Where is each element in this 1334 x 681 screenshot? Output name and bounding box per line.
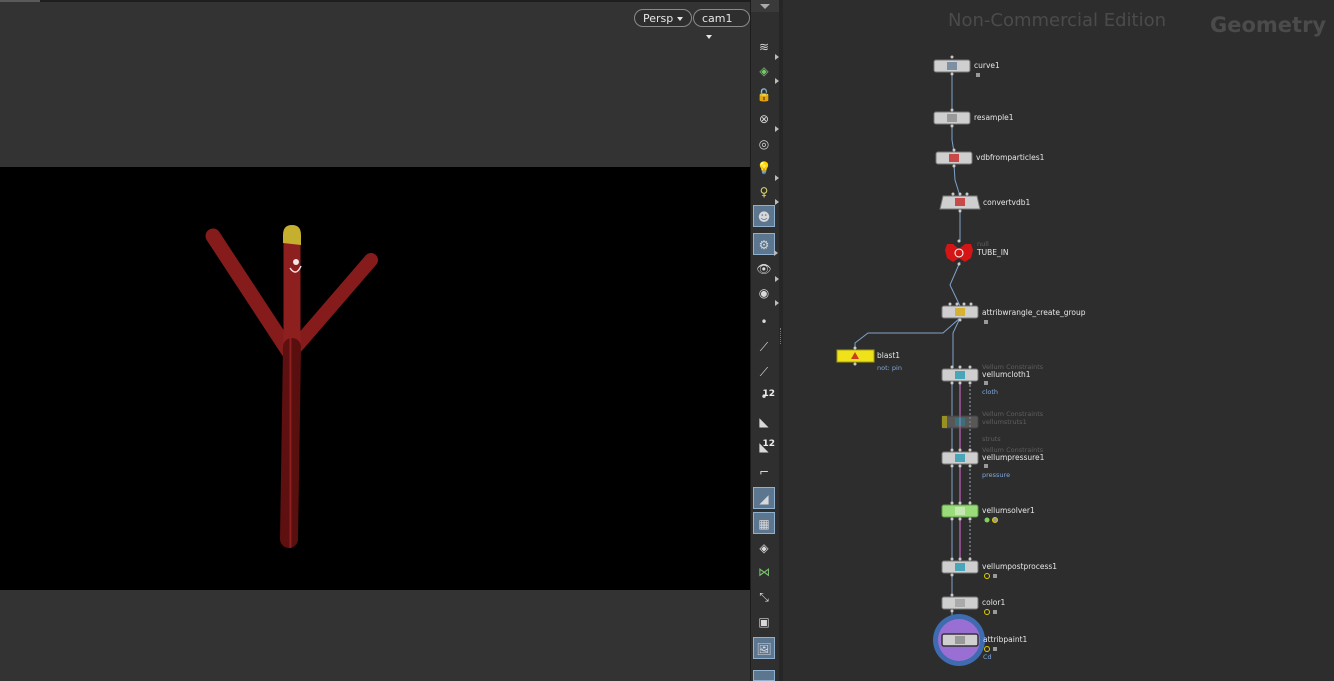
primitive-numbers-icon[interactable]: ◣ 12 bbox=[753, 436, 775, 458]
vellumpressure1-node[interactable] bbox=[941, 451, 979, 465]
light-bulb-icon[interactable]: ♀ bbox=[753, 181, 779, 205]
visibility-icon[interactable]: 👁 bbox=[753, 258, 779, 282]
vellumsolver1-node[interactable] bbox=[941, 504, 979, 518]
right-arm bbox=[288, 253, 378, 355]
curve1-node[interactable] bbox=[933, 59, 971, 73]
vdbfromparticles1-label: vdbfromparticles1 bbox=[976, 153, 1045, 162]
headlight-icon[interactable]: ⊗ bbox=[753, 108, 779, 132]
point-icon[interactable]: • bbox=[753, 311, 775, 333]
blast1-label: blast1 bbox=[877, 351, 900, 360]
color1-node[interactable] bbox=[941, 596, 979, 610]
primitive-display-icon[interactable]: ◣ bbox=[753, 411, 775, 433]
pen-icon[interactable]: ⟋ bbox=[753, 361, 775, 383]
viewport-top-border bbox=[0, 0, 750, 2]
camera-dropdown[interactable]: cam1 bbox=[693, 9, 750, 39]
attribpaint1-node[interactable] bbox=[941, 633, 979, 647]
vellumstruts1-group-label: struts bbox=[982, 435, 1001, 443]
vellumcloth1-group-label: cloth bbox=[982, 388, 998, 396]
node-ports bbox=[853, 55, 973, 613]
attribpaint1-attr-label: Cd bbox=[983, 653, 992, 661]
vellumsolver1-label: vellumsolver1 bbox=[982, 506, 1035, 515]
trunk bbox=[280, 338, 301, 548]
node-graph[interactable]: curve1 resample1 vdbfromparticles1 conve… bbox=[783, 0, 1334, 681]
display-layers-icon[interactable]: ◉ bbox=[753, 282, 779, 306]
camera-view-area[interactable] bbox=[0, 167, 750, 590]
curve1-label: curve1 bbox=[974, 61, 1000, 70]
tube-in-null-node[interactable] bbox=[945, 244, 973, 262]
persp-dropdown[interactable]: Persp bbox=[634, 9, 693, 27]
left-arm bbox=[205, 228, 297, 360]
persp-label: Persp bbox=[643, 12, 674, 25]
lock-icon[interactable]: 🔓 bbox=[753, 84, 775, 106]
ghost-geometry-icon[interactable]: ◈ bbox=[753, 60, 779, 84]
vellumcloth1-label: vellumcloth1 bbox=[982, 370, 1031, 379]
status-flags bbox=[984, 517, 998, 652]
blast1-group-label: not: pin bbox=[877, 364, 902, 372]
vellumstruts1-node[interactable] bbox=[941, 415, 979, 429]
vellumpressure1-group-label: pressure bbox=[982, 471, 1010, 479]
resample1-node[interactable] bbox=[933, 111, 971, 125]
attribpaint1-label: attribpaint1 bbox=[983, 635, 1028, 644]
vellumpressure1-label: vellumpressure1 bbox=[982, 453, 1045, 462]
vellumstruts1-type-label: Vellum Constraints bbox=[982, 410, 1044, 418]
reference-plane-icon[interactable]: ☻ bbox=[753, 205, 775, 227]
resample1-label: resample1 bbox=[974, 113, 1014, 122]
convertvdb1-label: convertvdb1 bbox=[983, 198, 1031, 207]
curve-display-icon[interactable]: ⌐ bbox=[753, 461, 775, 483]
blast1-node[interactable] bbox=[836, 349, 875, 363]
toolbar-collapse-arrow[interactable] bbox=[751, 0, 779, 12]
vellumpostprocess1-label: vellumpostprocess1 bbox=[982, 562, 1057, 571]
selection-icon[interactable]: ≋ bbox=[753, 36, 779, 60]
wireframe-shaded-icon[interactable]: ◢ bbox=[753, 487, 775, 509]
background-image-icon[interactable]: 🖼 bbox=[753, 637, 775, 659]
template-icon[interactable]: ⚙ bbox=[753, 233, 778, 256]
checker-icon[interactable]: ▦ bbox=[753, 512, 775, 534]
display-options-icon[interactable]: ▣ bbox=[753, 611, 775, 633]
camera-label: cam1 bbox=[702, 12, 733, 25]
chevron-down-icon bbox=[706, 35, 712, 39]
viewport-toolbar: ≋ ◈ 🔓 ⊗ ◎ 💡 ♀ ☻ ⚙ 👁 ◉ • ⟋ ⟋ • 12 ◣ ◣ 12 ⌐ … bbox=[750, 0, 779, 681]
uv-display-icon[interactable]: ⋈ bbox=[753, 561, 775, 583]
tube-man-model bbox=[205, 225, 378, 548]
convertvdb1-node[interactable] bbox=[939, 195, 981, 210]
vellumstruts1-label: vellumstruts1 bbox=[982, 418, 1027, 426]
vdbfromparticles1-node[interactable] bbox=[935, 151, 973, 165]
chevron-down-icon bbox=[677, 17, 684, 21]
network-editor[interactable]: Non-Commercial Edition Geometry curve1 r… bbox=[783, 0, 1334, 681]
point-numbers-icon[interactable]: • 12 bbox=[753, 386, 775, 408]
cube-display-icon[interactable]: ◈ bbox=[753, 537, 775, 559]
color1-label: color1 bbox=[982, 598, 1005, 607]
shading-icon[interactable]: ◎ bbox=[753, 133, 775, 155]
null-type-label: null bbox=[977, 240, 989, 248]
eye bbox=[293, 259, 299, 265]
attribwrangle-node[interactable] bbox=[941, 305, 979, 319]
vellumcloth1-node[interactable] bbox=[941, 368, 979, 382]
tube-in-label: TUBE_IN bbox=[976, 248, 1009, 257]
scene-viewport[interactable]: Persp cam1 bbox=[0, 0, 750, 681]
attribwrangle-label: attribwrangle_create_group bbox=[982, 308, 1086, 317]
brush-icon[interactable]: ⟋ bbox=[753, 336, 775, 358]
viewport-tab-indicator bbox=[0, 0, 40, 2]
light-icon[interactable]: 💡 bbox=[753, 157, 779, 181]
extra-tool-icon[interactable] bbox=[753, 670, 775, 681]
vellumpostprocess1-node[interactable] bbox=[941, 560, 979, 574]
normals-icon[interactable]: ⤡ bbox=[753, 586, 775, 608]
head-tip bbox=[283, 225, 301, 245]
